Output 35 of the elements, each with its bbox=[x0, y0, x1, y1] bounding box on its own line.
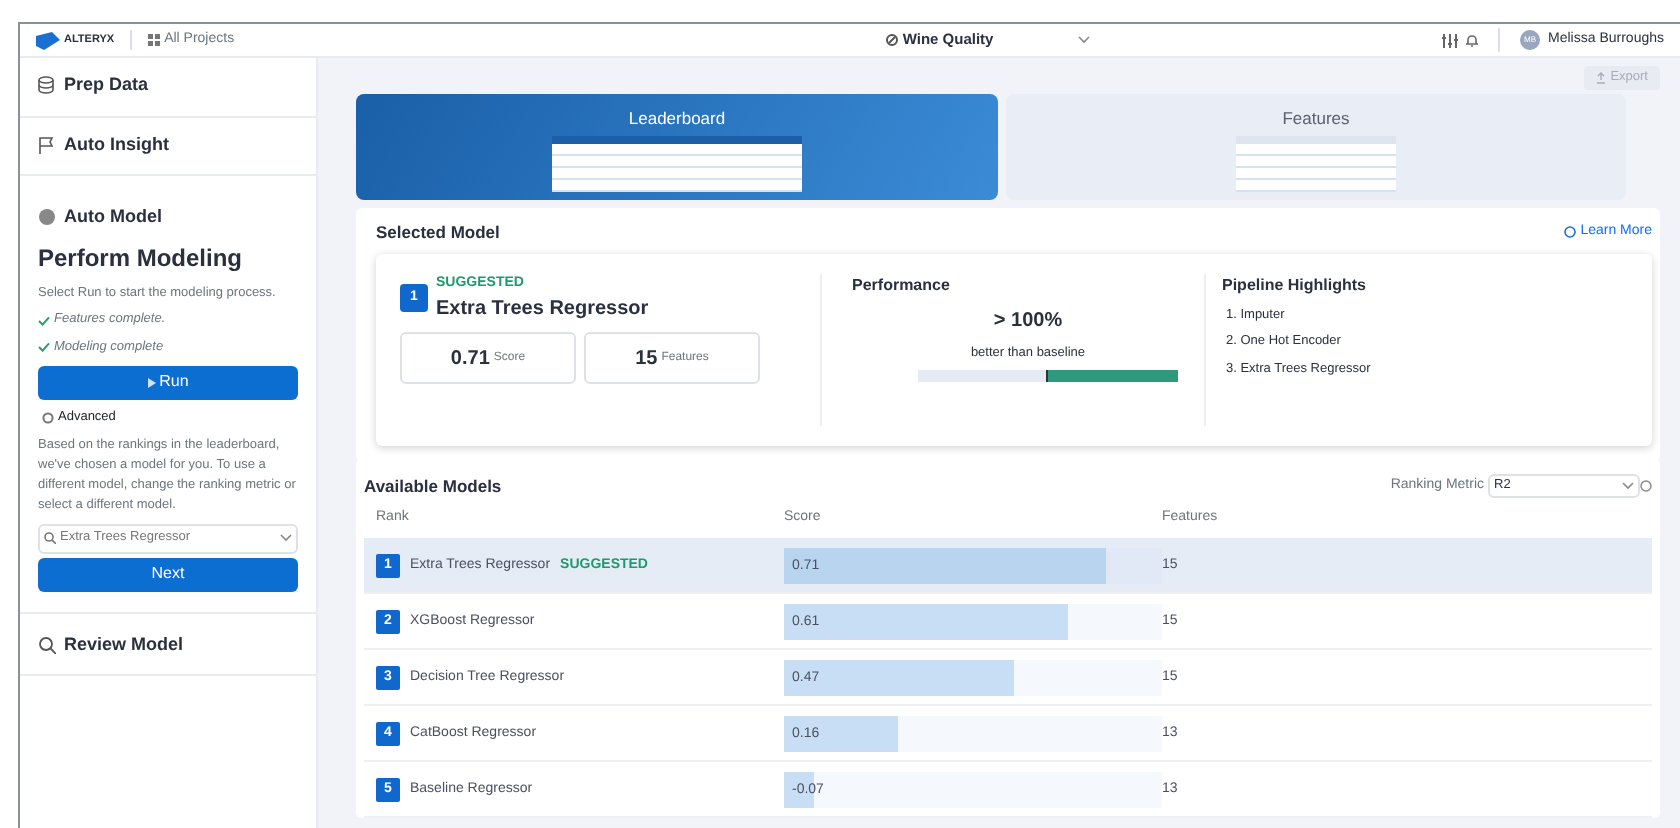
search-icon bbox=[44, 532, 56, 544]
chevron-icon bbox=[1622, 481, 1634, 490]
stat-value: 15 bbox=[635, 345, 658, 373]
check-icon bbox=[38, 342, 50, 353]
project-icon bbox=[886, 34, 899, 46]
section-title[interactable]: Prep Data bbox=[64, 72, 149, 99]
comparison-fill bbox=[1045, 370, 1178, 383]
section-title[interactable]: Review Model bbox=[64, 631, 184, 658]
chevron-icon bbox=[1077, 36, 1090, 44]
view-tab[interactable]: Leaderboard bbox=[356, 93, 998, 200]
next-button[interactable]: Next bbox=[38, 557, 298, 591]
upload-icon bbox=[1596, 71, 1607, 84]
bell-icon bbox=[1466, 33, 1479, 47]
logo-icon bbox=[36, 31, 60, 49]
play-icon bbox=[147, 377, 156, 388]
model-name: Extra Trees Regressor bbox=[436, 296, 649, 324]
pipeline-title: Pipeline Highlights bbox=[1222, 273, 1369, 297]
performance-value: > 100% bbox=[991, 307, 1065, 335]
section-title[interactable]: Auto Insight bbox=[64, 131, 169, 158]
sliders-icon bbox=[1442, 33, 1459, 47]
circle-icon bbox=[38, 208, 56, 227]
performance-title: Performance bbox=[852, 273, 952, 297]
flag-icon bbox=[38, 135, 56, 154]
check-icon bbox=[38, 315, 50, 326]
search-icon bbox=[38, 635, 56, 654]
section-title[interactable]: Auto Model bbox=[64, 204, 162, 231]
grid-icon bbox=[148, 34, 161, 46]
run-button[interactable]: Run bbox=[38, 365, 298, 400]
stat-value: 0.71 bbox=[450, 345, 490, 373]
section-title: Available Models bbox=[364, 473, 502, 499]
panel-heading: Perform Modeling bbox=[38, 241, 245, 275]
section-title: Selected Model bbox=[376, 219, 500, 245]
chevron-icon bbox=[280, 534, 292, 542]
view-tab[interactable]: Features bbox=[1006, 93, 1626, 200]
database-icon bbox=[38, 76, 56, 95]
